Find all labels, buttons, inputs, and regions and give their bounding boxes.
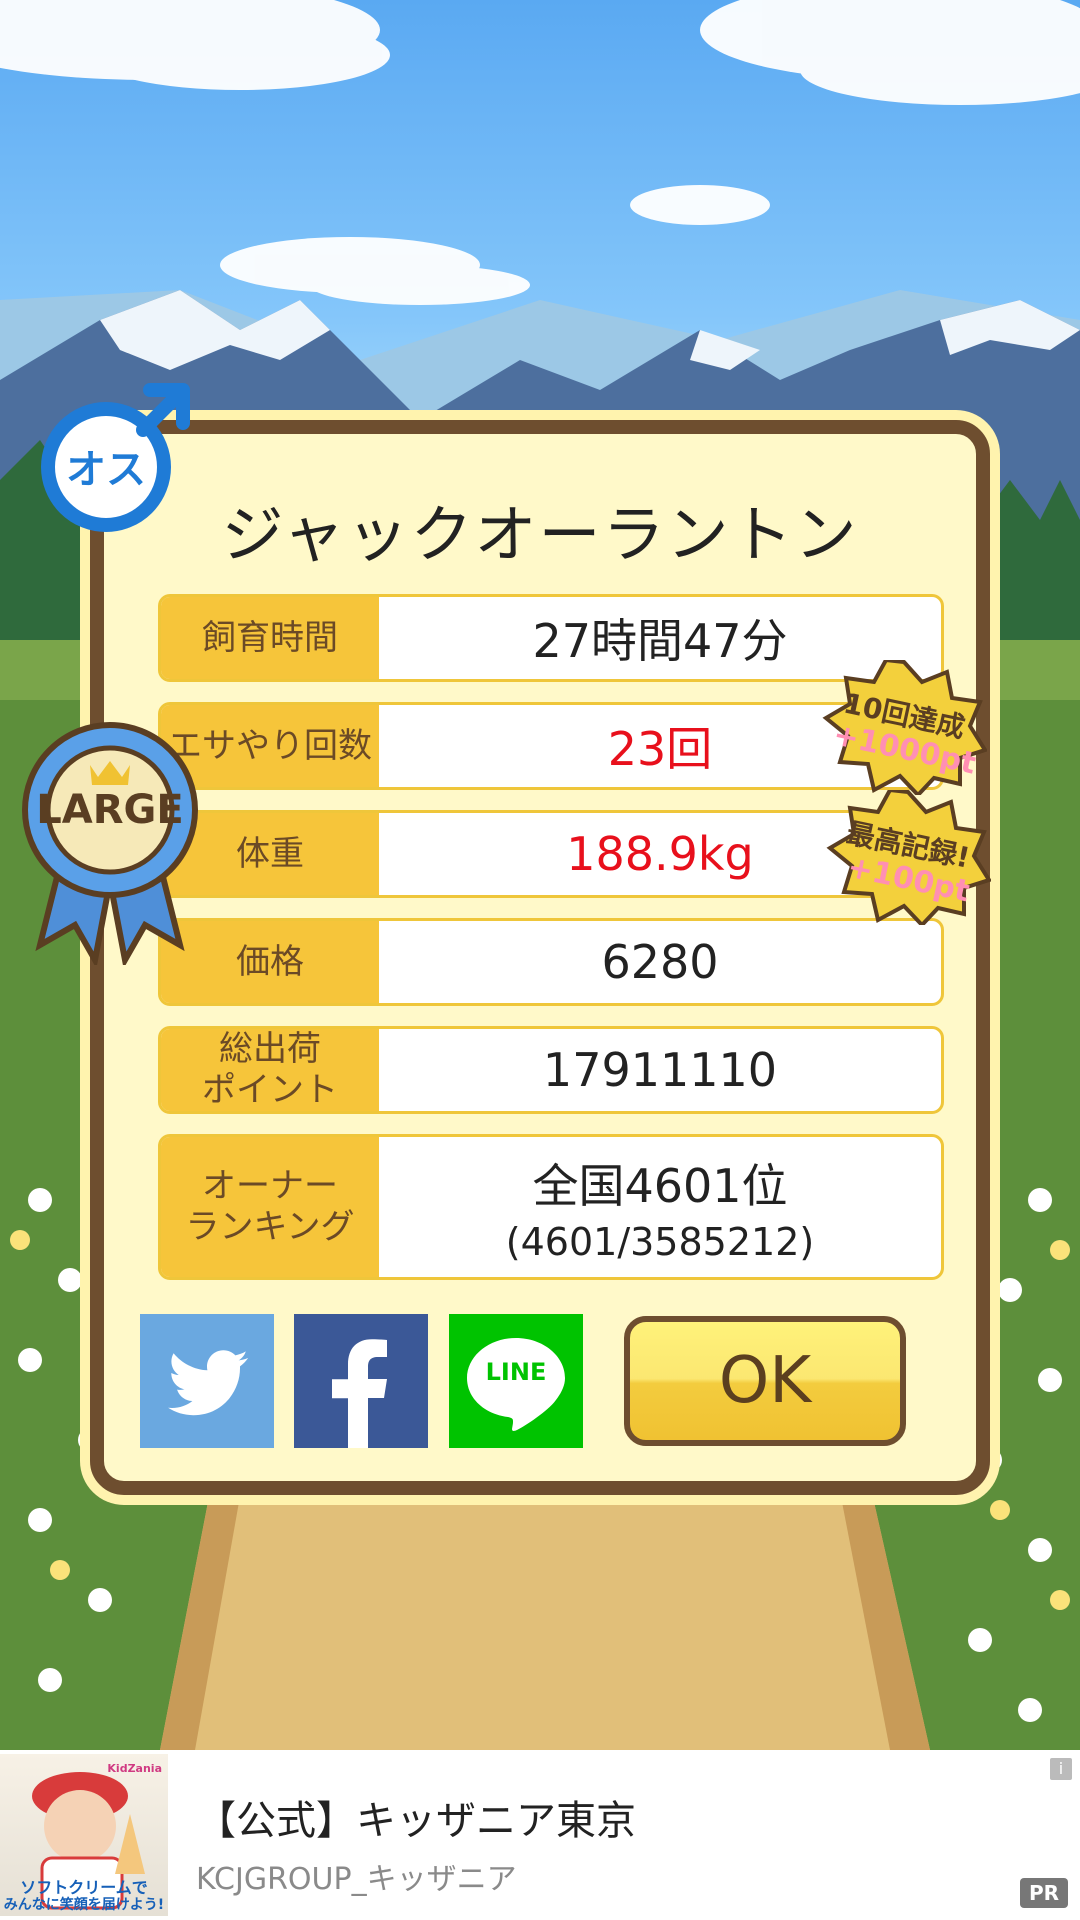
stat-row-price: 価格 6280	[158, 918, 944, 1006]
male-badge: オス	[38, 375, 198, 535]
ad-banner[interactable]: KidZania ソフトクリームで みんなに笑顔を届けよう! 【公式】キッザニア…	[0, 1750, 1080, 1920]
ranking-detail: (4601/3585212)	[505, 1220, 815, 1264]
pet-name: ジャックオーラントン	[221, 498, 859, 571]
ad-title[interactable]: 【公式】キッザニア東京	[196, 1788, 636, 1846]
facebook-share-button[interactable]	[294, 1314, 428, 1449]
twitter-share-button[interactable]	[140, 1314, 274, 1448]
ad-pr-badge: PR	[1020, 1878, 1068, 1908]
stat-row-total-points: 総出荷 ポイント 17911110	[158, 1026, 944, 1114]
ribbon-award-icon	[22, 722, 198, 969]
ranking-value: 全国4601位	[532, 1159, 788, 1213]
large-size-ribbon: LARGE	[20, 715, 200, 969]
line-label: LINE	[485, 1358, 547, 1386]
ad-thumbnail[interactable]: KidZania ソフトクリームで みんなに笑顔を届けよう!	[0, 1754, 168, 1916]
stat-label: 飼育時間	[161, 597, 379, 679]
bonus-badge-best-record: 最高記録! +100pt	[826, 787, 993, 928]
size-label: LARGE	[36, 787, 184, 833]
ad-thumb-logo: KidZania	[107, 1762, 162, 1775]
bonus-badge-ten-feedings: 10回達成 +1000pt	[822, 657, 989, 798]
ok-button[interactable]: OK	[624, 1316, 906, 1446]
stat-row-owner-ranking: オーナー ランキング 全国4601位 (4601/3585212)	[158, 1134, 944, 1280]
stat-label: 総出荷 ポイント	[161, 1029, 379, 1111]
twitter-bird-icon	[168, 1350, 249, 1416]
result-panel: ジャックオーラントン 飼育時間 27時間47分 エサやり回数 23回 体重 18…	[90, 420, 990, 1495]
line-share-button[interactable]: LINE	[449, 1314, 583, 1448]
ad-thumb-caption-2: みんなに笑顔を届けよう!	[3, 1897, 165, 1913]
gender-label: オス	[66, 447, 146, 493]
stat-value: 全国4601位 (4601/3585212)	[379, 1137, 941, 1277]
stat-value: 17911110	[542, 1043, 778, 1097]
ad-info-icon[interactable]: i	[1050, 1758, 1072, 1780]
facebook-f-icon	[332, 1339, 387, 1449]
stat-value: 6280	[601, 935, 719, 989]
ad-advertiser: KCJGROUP_キッザニア	[196, 1862, 517, 1897]
stat-label: オーナー ランキング	[161, 1137, 379, 1277]
